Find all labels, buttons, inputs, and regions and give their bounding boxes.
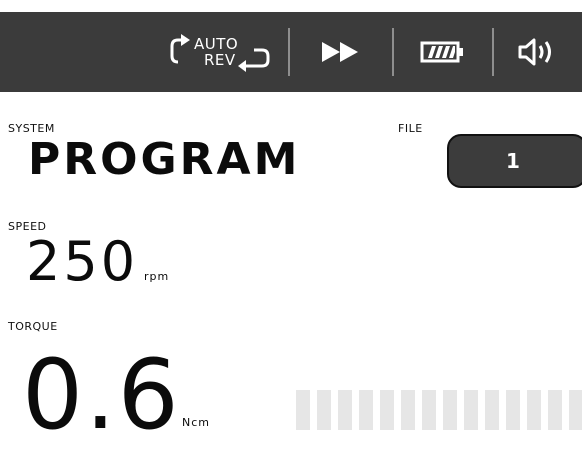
toolbar-divider <box>288 28 290 76</box>
meter-segment <box>401 390 415 430</box>
fast-forward-icon <box>322 42 358 62</box>
file-value: 1 <box>506 149 520 173</box>
meter-segment <box>443 390 457 430</box>
meter-segment <box>317 390 331 430</box>
meter-segment <box>485 390 499 430</box>
torque-value: 0.6 <box>22 339 181 451</box>
meter-segment <box>464 390 478 430</box>
meter-segment <box>359 390 373 430</box>
speaker-icon <box>518 38 551 66</box>
meter-segment <box>296 390 310 430</box>
sound-button[interactable] <box>494 12 582 92</box>
file-button[interactable]: 1 <box>447 134 582 188</box>
meter-segment <box>338 390 352 430</box>
meter-segment <box>422 390 436 430</box>
meter-segment <box>527 390 541 430</box>
auto-reverse-button[interactable]: AUTO REV <box>150 12 280 92</box>
torque-unit: Ncm <box>182 416 210 429</box>
top-toolbar: AUTO REV <box>0 12 582 92</box>
battery-icon <box>420 41 463 63</box>
torque-label: TORQUE <box>8 320 58 333</box>
rev-label: REV <box>204 51 236 69</box>
auto-label: AUTO <box>194 35 239 53</box>
speed-value: 250 <box>26 230 139 293</box>
meter-segment <box>506 390 520 430</box>
battery-indicator <box>394 12 492 92</box>
fast-forward-button[interactable] <box>292 12 392 92</box>
system-value: PROGRAM <box>28 134 301 185</box>
file-label: FILE <box>398 122 423 135</box>
meter-segment <box>569 390 582 430</box>
speed-unit: rpm <box>144 270 170 283</box>
torque-meter <box>296 390 582 430</box>
meter-segment <box>380 390 394 430</box>
meter-segment <box>548 390 562 430</box>
